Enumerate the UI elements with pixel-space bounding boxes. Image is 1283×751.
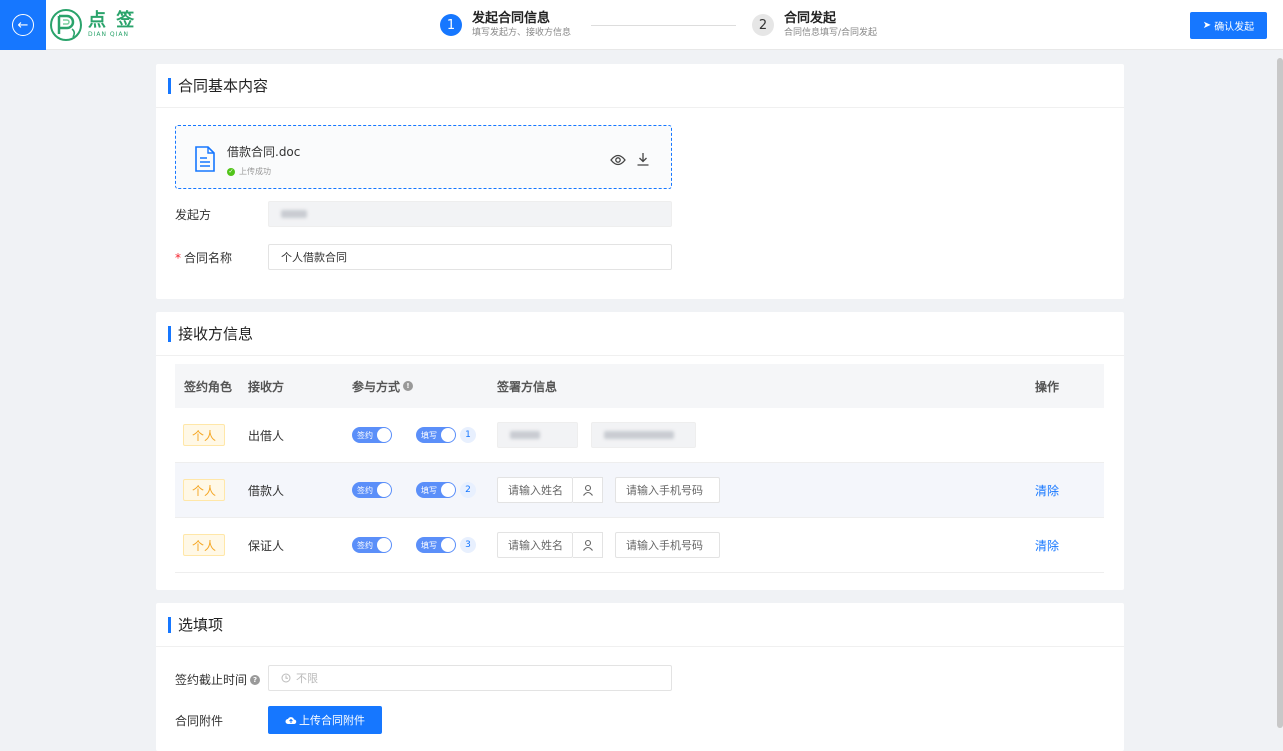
section-title: 选填项 xyxy=(178,616,224,634)
order-badge: 2 xyxy=(460,482,476,498)
logo-text: 点 签 xyxy=(88,10,137,31)
progress-steps: 1 发起合同信息 填写发起方、接收方信息 2 合同发起 合同信息填写/合同发起 xyxy=(440,8,877,42)
col-receiver: 接收方 xyxy=(248,379,285,394)
receiver-name: 保证人 xyxy=(248,538,285,553)
redacted-value xyxy=(281,210,307,218)
name-input[interactable]: 请输入姓名 xyxy=(497,532,573,558)
clock-icon xyxy=(281,673,291,683)
top-bar: ← 点 签 DIAN QIAN 1 发起合同信息 填写发起方、接收方信息 2 合… xyxy=(0,0,1283,50)
fill-toggle[interactable]: 填写 xyxy=(416,482,456,498)
role-tag: 个人 xyxy=(183,479,225,501)
deadline-placeholder: 不限 xyxy=(296,672,318,685)
col-op: 操作 xyxy=(1035,379,1060,394)
confirm-send-button[interactable]: ➤ 确认发起 xyxy=(1190,12,1267,39)
step-1: 1 发起合同信息 填写发起方、接收方信息 xyxy=(440,11,571,39)
page-scrollbar[interactable] xyxy=(1277,50,1283,751)
logo: 点 签 DIAN QIAN xyxy=(48,6,136,44)
upload-attachment-button[interactable]: 上传合同附件 xyxy=(268,706,382,734)
order-badge: 1 xyxy=(460,427,476,443)
phone-input[interactable]: 请输入手机号码 xyxy=(615,532,720,558)
back-button[interactable]: ← xyxy=(0,0,46,50)
role-tag: 个人 xyxy=(183,534,225,556)
sign-toggle[interactable]: 签约 xyxy=(352,427,392,443)
attachment-label: 合同附件 xyxy=(175,714,224,728)
section-marker xyxy=(168,77,171,94)
contract-name-label: * 合同名称 xyxy=(175,251,233,265)
upload-status: ✓ 上传成功 xyxy=(227,166,271,177)
receivers-card: 接收方信息 签约角色 接收方 参与方式! 签署方信息 操作 个人 出借人 签约 … xyxy=(156,312,1124,590)
basic-content-card: 合同基本内容 借款合同.doc ✓ 上传成功 发起方 * 合同名称 个人借款合同 xyxy=(156,64,1124,299)
step-number: 2 xyxy=(752,14,775,36)
initiator-label: 发起方 xyxy=(175,208,212,222)
logo-subtext: DIAN QIAN xyxy=(88,31,129,38)
deadline-label: 签约截止时间? xyxy=(175,671,261,688)
step-number: 1 xyxy=(440,14,462,36)
contact-picker-button[interactable] xyxy=(573,477,603,503)
upload-status-text: 上传成功 xyxy=(239,167,271,176)
check-circle-icon: ✓ xyxy=(227,167,235,176)
info-icon[interactable]: ! xyxy=(403,381,414,391)
receiver-name: 出借人 xyxy=(248,428,285,443)
scrollbar-thumb[interactable] xyxy=(1277,58,1283,728)
file-name: 借款合同.doc xyxy=(227,145,301,159)
col-signer: 签署方信息 xyxy=(497,379,558,394)
step-title: 合同发起 xyxy=(784,11,837,26)
role-tag: 个人 xyxy=(183,424,225,446)
sign-toggle[interactable]: 签约 xyxy=(352,537,392,553)
signer-phone-field xyxy=(591,422,696,448)
confirm-label: 确认发起 xyxy=(1214,22,1255,33)
section-marker xyxy=(168,616,171,633)
receiver-name: 借款人 xyxy=(248,483,285,498)
user-icon xyxy=(582,484,593,496)
logo-icon xyxy=(50,9,82,41)
section-title: 合同基本内容 xyxy=(178,77,269,95)
optional-card: 选填项 签约截止时间? 不限 合同附件 上传合同附件 xyxy=(156,603,1124,751)
document-icon xyxy=(195,146,215,172)
help-icon[interactable]: ? xyxy=(250,674,261,685)
contact-picker-button[interactable] xyxy=(573,532,603,558)
phone-input[interactable]: 请输入手机号码 xyxy=(615,477,720,503)
deadline-picker[interactable]: 不限 xyxy=(268,665,672,691)
table-row: 个人 出借人 签约 填写 1 xyxy=(175,408,1104,463)
fill-toggle[interactable]: 填写 xyxy=(416,537,456,553)
step-connector xyxy=(591,24,737,26)
name-input[interactable]: 请输入姓名 xyxy=(497,477,573,503)
section-title: 接收方信息 xyxy=(178,325,254,343)
step-subtitle: 合同信息填写/合同发起 xyxy=(784,28,878,38)
contract-file-card[interactable]: 借款合同.doc ✓ 上传成功 xyxy=(175,125,672,189)
send-icon: ➤ xyxy=(1202,20,1212,31)
sign-toggle[interactable]: 签约 xyxy=(352,482,392,498)
contract-name-input[interactable]: 个人借款合同 xyxy=(268,244,672,270)
eye-icon[interactable] xyxy=(610,154,626,166)
clear-link[interactable]: 清除 xyxy=(1035,518,1059,572)
table-row: 个人 保证人 签约 填写 3 请输入姓名 请输入手机号码 清除 xyxy=(175,518,1104,573)
fill-toggle[interactable]: 填写 xyxy=(416,427,456,443)
initiator-field xyxy=(268,201,672,227)
download-icon[interactable] xyxy=(636,152,650,166)
cloud-upload-icon xyxy=(285,717,297,724)
receivers-table: 签约角色 接收方 参与方式! 签署方信息 操作 个人 出借人 签约 填写 1 个人… xyxy=(175,364,1104,573)
step-title: 发起合同信息 xyxy=(472,11,551,26)
col-role: 签约角色 xyxy=(184,379,233,394)
order-badge: 3 xyxy=(460,537,476,553)
step-2: 2 合同发起 合同信息填写/合同发起 xyxy=(752,11,877,39)
clear-link[interactable]: 清除 xyxy=(1035,463,1059,517)
table-row: 个人 借款人 签约 填写 2 请输入姓名 请输入手机号码 清除 xyxy=(175,463,1104,518)
user-icon xyxy=(582,539,593,551)
table-header: 签约角色 接收方 参与方式! 签署方信息 操作 xyxy=(175,364,1104,408)
signer-name-field xyxy=(497,422,578,448)
arrow-left-icon: ← xyxy=(12,14,34,36)
section-marker xyxy=(168,325,171,342)
step-subtitle: 填写发起方、接收方信息 xyxy=(472,28,572,38)
col-mode: 参与方式! xyxy=(352,364,414,408)
contract-name-value: 个人借款合同 xyxy=(281,251,347,264)
